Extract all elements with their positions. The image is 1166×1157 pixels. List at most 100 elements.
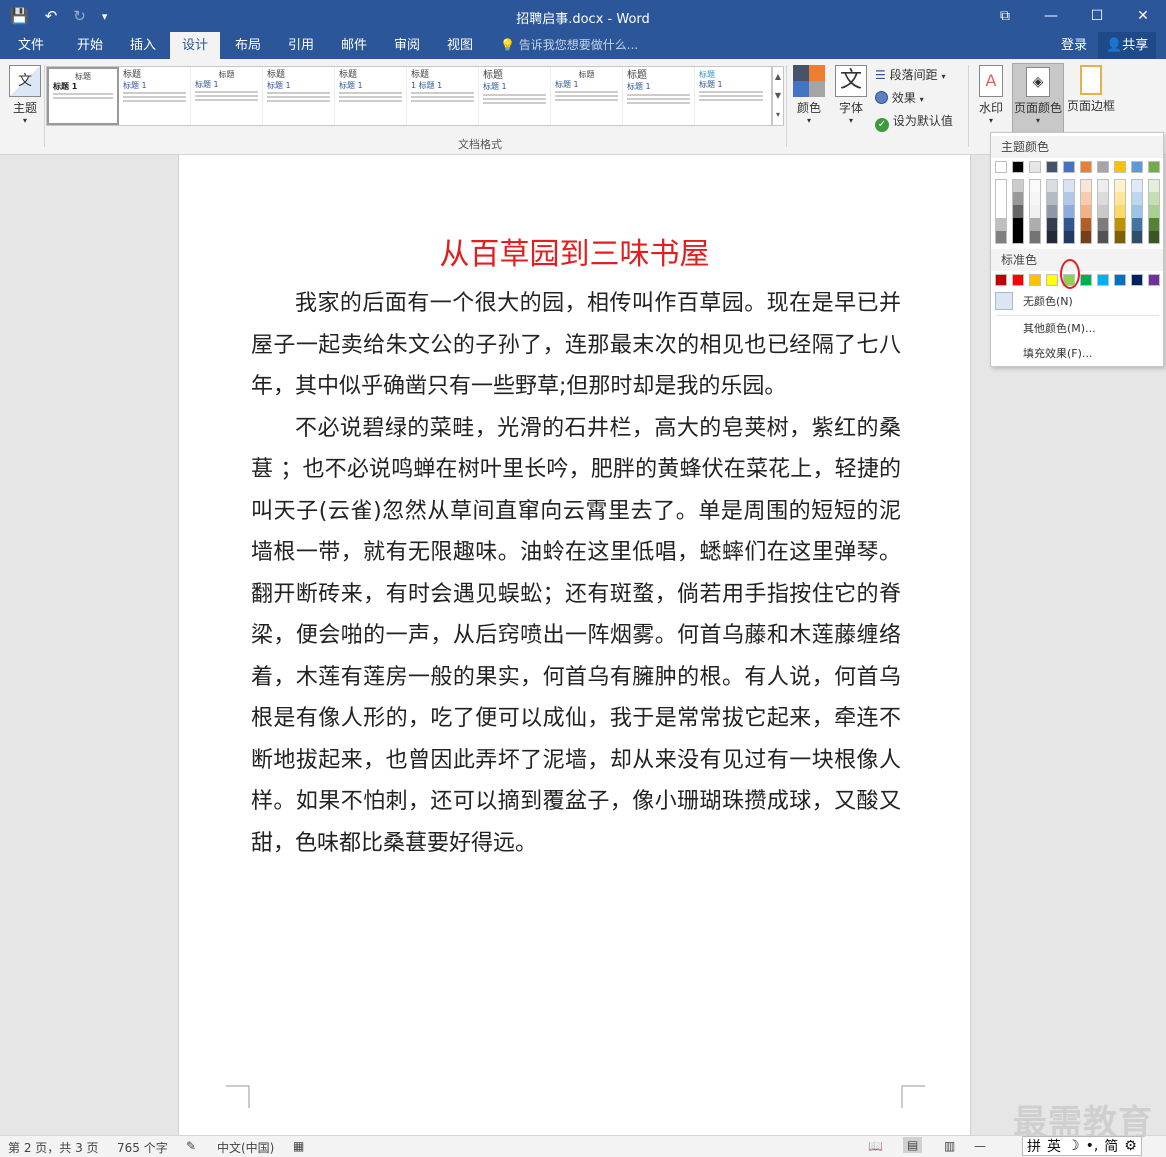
color-tint-swatch[interactable]	[1063, 179, 1075, 192]
color-tint-swatch[interactable]	[1080, 231, 1092, 244]
color-tint-swatch[interactable]	[1063, 192, 1075, 205]
color-tint-swatch[interactable]	[1097, 179, 1109, 192]
color-tint-swatch[interactable]	[1029, 218, 1041, 231]
color-tint-swatch[interactable]	[1148, 205, 1160, 218]
color-tint-swatch[interactable]	[1131, 231, 1143, 244]
color-swatch[interactable]	[1012, 161, 1024, 173]
color-tint-swatch[interactable]	[1097, 192, 1109, 205]
color-tint-swatch[interactable]	[1012, 218, 1024, 231]
close-button[interactable]: ✕	[1120, 0, 1166, 32]
color-tint-swatch[interactable]	[1114, 218, 1126, 231]
color-tint-swatch[interactable]	[1097, 205, 1109, 218]
color-tint-swatch[interactable]	[1046, 231, 1058, 244]
standard-color-swatch[interactable]	[1131, 274, 1143, 286]
color-tint-swatch[interactable]	[1080, 192, 1092, 205]
print-layout-icon[interactable]: ▤	[903, 1137, 923, 1153]
color-tint-swatch[interactable]	[1131, 179, 1143, 192]
color-tint-swatch[interactable]	[1080, 218, 1092, 231]
share-button[interactable]: 👤共享	[1098, 32, 1157, 59]
macro-icon[interactable]: ▦	[293, 1139, 304, 1153]
style-set-item[interactable]: 标题 标题 1	[47, 67, 119, 125]
style-set-item[interactable]: 标题 标题 1	[335, 67, 407, 125]
color-tint-swatch[interactable]	[1131, 218, 1143, 231]
web-layout-icon[interactable]: ▥	[944, 1139, 955, 1153]
style-set-item[interactable]: 标题 标题 1	[263, 67, 335, 125]
tab-file[interactable]: 文件	[6, 32, 56, 59]
color-tint-swatch[interactable]	[995, 179, 1007, 192]
color-tint-swatch[interactable]	[1063, 218, 1075, 231]
color-swatch[interactable]	[1097, 161, 1109, 173]
style-set-item[interactable]: 标题 标题 1	[191, 67, 263, 125]
color-tint-swatch[interactable]	[1029, 179, 1041, 192]
proofing-icon[interactable]: ✎	[186, 1139, 196, 1153]
color-tint-swatch[interactable]	[1097, 218, 1109, 231]
language-indicator[interactable]: 中文(中国)	[217, 1139, 274, 1156]
color-tint-swatch[interactable]	[1097, 231, 1109, 244]
set-as-default-button[interactable]: ✓ 设为默认值	[875, 112, 953, 132]
style-set-item[interactable]: 标题 1 标题 1	[407, 67, 479, 125]
style-set-item[interactable]: 标题 标题 1	[551, 67, 623, 125]
ime-english[interactable]: 英	[1047, 1136, 1061, 1156]
color-tint-swatch[interactable]	[1080, 179, 1092, 192]
color-tint-swatch[interactable]	[1131, 192, 1143, 205]
standard-color-swatch[interactable]	[995, 274, 1007, 286]
document-page[interactable]: 从百草园到三味书屋 我家的后面有一个很大的园，相传叫作百草园。现在是早已并屋子一…	[178, 155, 971, 1135]
color-tint-swatch[interactable]	[1114, 231, 1126, 244]
color-tint-swatch[interactable]	[1046, 179, 1058, 192]
tab-review[interactable]: 审阅	[382, 32, 432, 59]
color-tint-swatch[interactable]	[995, 205, 1007, 218]
tab-layout[interactable]: 布局	[223, 32, 273, 59]
tab-insert[interactable]: 插入	[118, 32, 168, 59]
ime-punctuation[interactable]: •,	[1086, 1138, 1099, 1154]
gallery-more-icon[interactable]: ▾	[773, 105, 783, 124]
standard-color-swatch[interactable]	[1046, 274, 1058, 286]
color-swatch[interactable]	[1148, 161, 1160, 173]
fonts-button[interactable]: 文 字体 ▾	[832, 65, 870, 125]
minimize-button[interactable]: —	[1028, 0, 1074, 32]
color-tint-swatch[interactable]	[1114, 192, 1126, 205]
tab-view[interactable]: 视图	[435, 32, 485, 59]
color-tint-swatch[interactable]	[995, 192, 1007, 205]
fill-effects-item[interactable]: 填充效果(F)...	[1023, 345, 1092, 361]
tab-references[interactable]: 引用	[276, 32, 326, 59]
color-tint-swatch[interactable]	[1063, 231, 1075, 244]
tab-home[interactable]: 开始	[65, 32, 115, 59]
word-count[interactable]: 765 个字	[117, 1139, 168, 1156]
standard-color-swatch[interactable]	[1148, 274, 1160, 286]
color-tint-swatch[interactable]	[1148, 231, 1160, 244]
color-swatch[interactable]	[995, 161, 1007, 173]
page-count[interactable]: 第 2 页，共 3 页	[8, 1139, 99, 1156]
color-swatch[interactable]	[1131, 161, 1143, 173]
color-swatch[interactable]	[1063, 161, 1075, 173]
color-tint-swatch[interactable]	[1148, 218, 1160, 231]
themes-button[interactable]: 文 主题 ▾	[7, 65, 43, 125]
gallery-scrollbar[interactable]: ▲ ▼ ▾	[772, 66, 784, 126]
standard-color-swatch[interactable]	[1012, 274, 1024, 286]
no-color-item[interactable]: 无颜色(N)	[995, 290, 1161, 312]
style-set-item[interactable]: 标题 标题 1	[623, 67, 695, 125]
color-tint-swatch[interactable]	[995, 231, 1007, 244]
gallery-down-icon[interactable]: ▼	[773, 86, 783, 105]
paragraph-spacing-button[interactable]: ☰ 段落间距 ▾	[875, 66, 945, 83]
watermark-button[interactable]: A 水印 ▾	[972, 65, 1010, 125]
ime-halfwidth-icon[interactable]: ☽	[1067, 1138, 1080, 1154]
color-tint-swatch[interactable]	[1012, 192, 1024, 205]
gallery-up-icon[interactable]: ▲	[773, 67, 783, 86]
login-link[interactable]: 登录	[1061, 32, 1087, 59]
style-set-item[interactable]: 标题 标题 1	[695, 67, 767, 125]
color-tint-swatch[interactable]	[1148, 192, 1160, 205]
standard-color-swatch[interactable]	[1097, 274, 1109, 286]
read-mode-icon[interactable]: 📖	[868, 1139, 883, 1153]
ime-settings-icon[interactable]: ⚙	[1124, 1138, 1137, 1154]
color-tint-swatch[interactable]	[1063, 205, 1075, 218]
color-swatch[interactable]	[1029, 161, 1041, 173]
color-swatch[interactable]	[1114, 161, 1126, 173]
tab-mailings[interactable]: 邮件	[329, 32, 379, 59]
color-tint-swatch[interactable]	[1029, 231, 1041, 244]
color-tint-swatch[interactable]	[1012, 205, 1024, 218]
effects-button[interactable]: 效果 ▾	[875, 89, 924, 106]
color-tint-swatch[interactable]	[1046, 192, 1058, 205]
color-swatch[interactable]	[1046, 161, 1058, 173]
ribbon-display-options-button[interactable]: ⧉	[982, 0, 1028, 32]
more-colors-item[interactable]: 其他颜色(M)...	[1023, 320, 1096, 336]
